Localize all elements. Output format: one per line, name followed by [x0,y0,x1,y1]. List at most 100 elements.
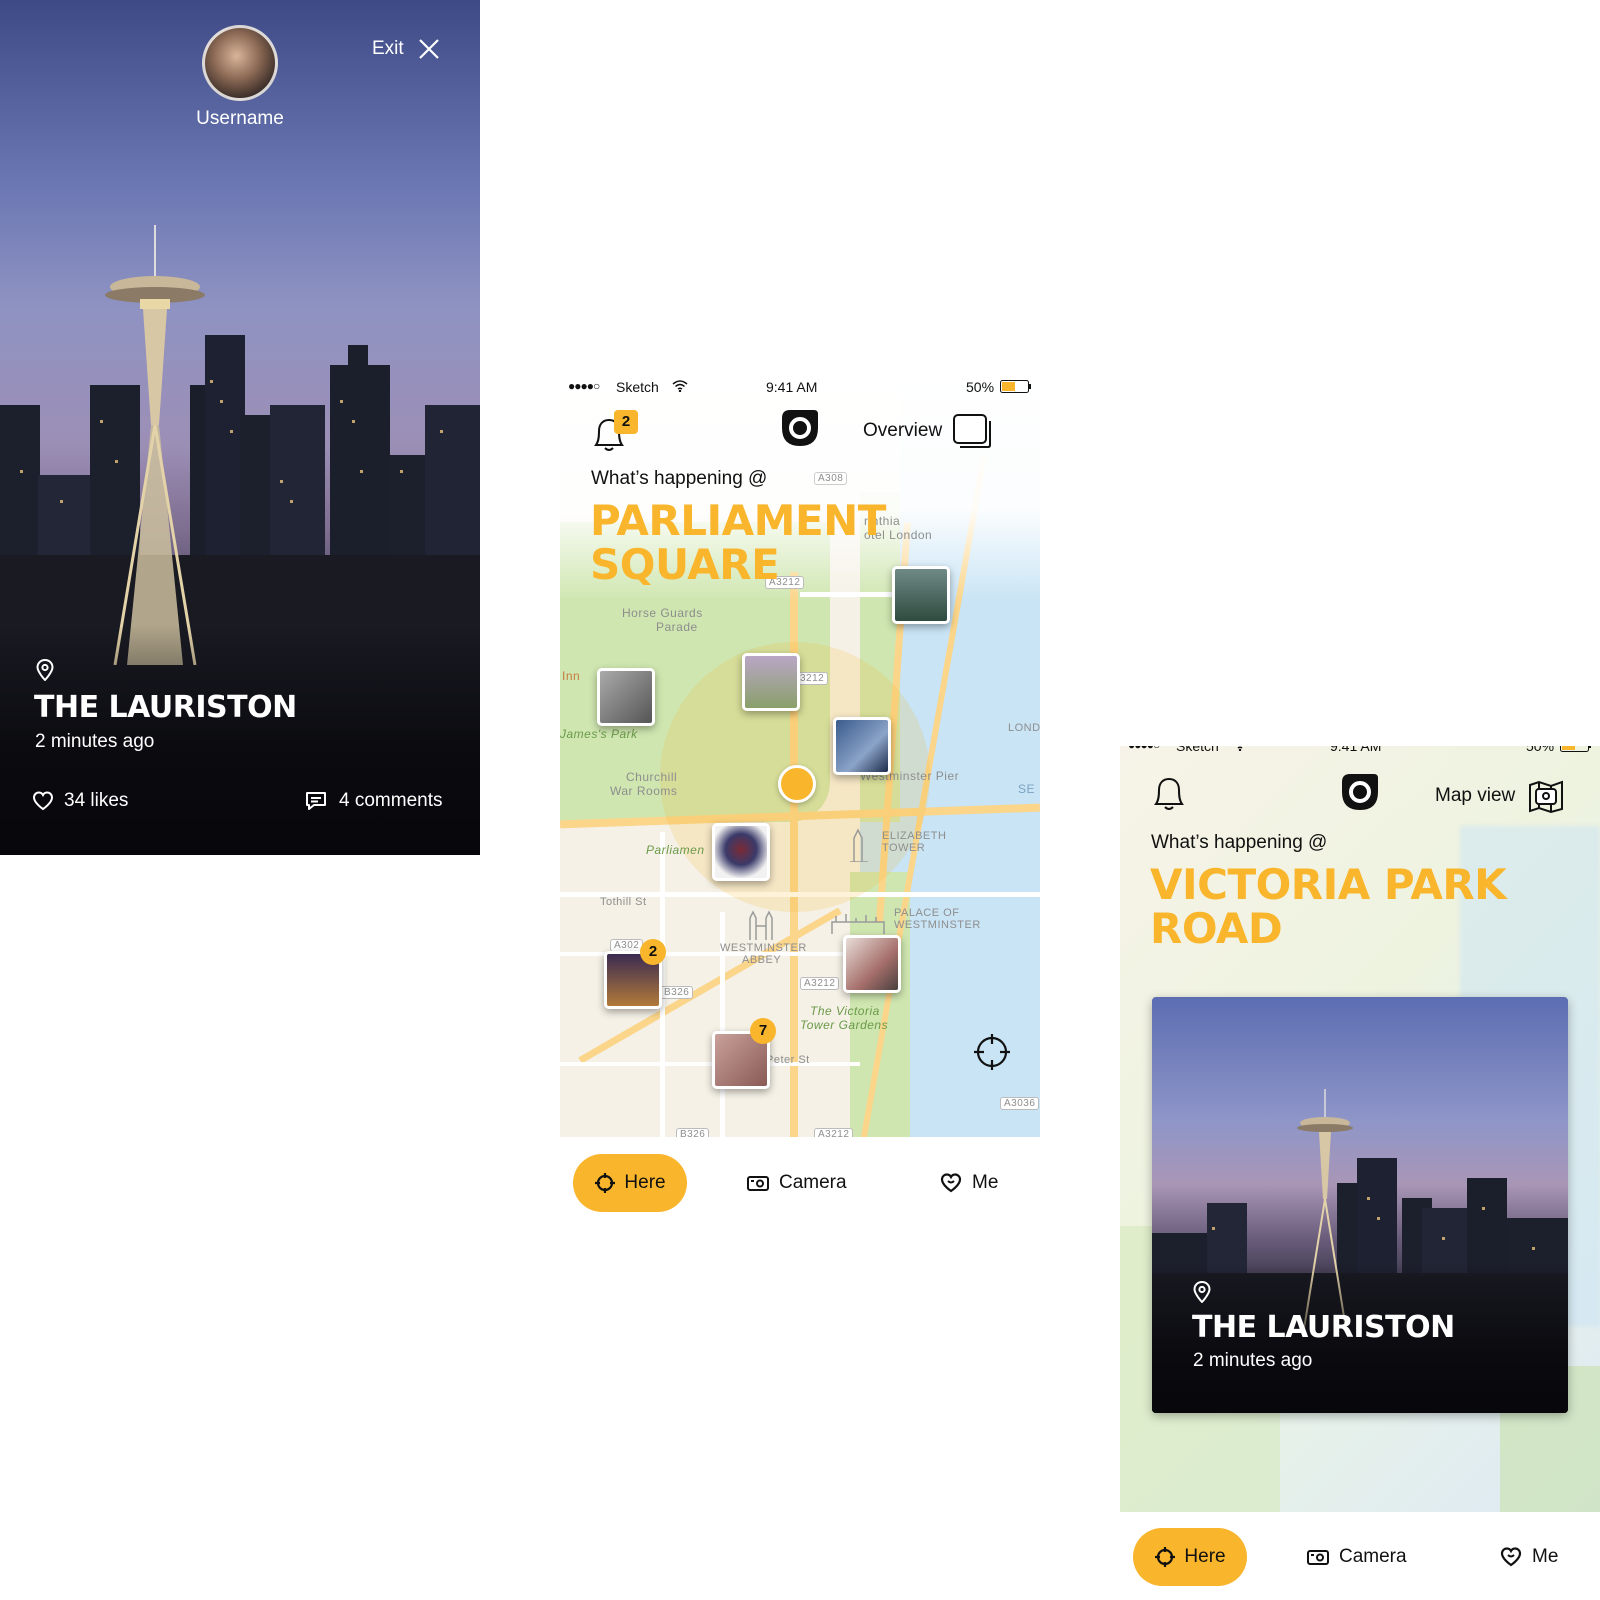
location-title-line2: ROAD [1150,904,1283,953]
crosshair-small-icon [595,1173,616,1193]
app-logo-icon[interactable] [780,408,820,448]
map-label: Horse Guards [622,606,703,620]
map-label: ABBEY [742,954,782,966]
map-label: Inn [562,669,581,683]
map-label: Tothill St [600,896,647,908]
card-time: 2 minutes ago [1193,1350,1313,1371]
battery-percent: 50% [1526,746,1555,754]
map-label: War Rooms [610,784,678,798]
time-ago: 2 minutes ago [35,731,155,752]
tab-label: Camera [1339,1546,1407,1567]
map-view-icon [1529,780,1564,814]
map-label: Parade [656,620,698,634]
tab-camera[interactable]: Camera [747,1154,847,1212]
tab-here[interactable]: Here [573,1154,687,1212]
bell-icon[interactable] [1150,772,1188,812]
map-label: ELIZABETH [882,830,947,842]
exit-label: Exit [372,38,404,59]
battery-percent: 50% [966,379,995,395]
overview-label: Overview [863,420,943,441]
wifi-icon [1235,746,1245,751]
current-location-dot [778,765,816,803]
tab-label: Here [1184,1546,1226,1567]
tab-me[interactable]: Me [940,1154,998,1212]
map-photo-pin[interactable] [712,823,770,881]
location-title-line1: PARLIAMENT [590,496,886,545]
crosshair-icon[interactable] [972,1032,1012,1072]
place-title: THE LAURISTON [34,690,297,725]
map-label: Parliamen [646,843,705,857]
clock: 9:41 AM [766,379,818,395]
likes-button[interactable]: 34 likes [32,790,128,812]
carrier: Sketch [616,379,659,395]
status-bar: ●●●●○ Sketch 9:41 AM 50% [1120,746,1600,760]
map-label: TOWER [882,842,926,854]
crosshair-small-icon [1155,1547,1176,1567]
heart-me-icon [940,1173,962,1193]
elizabeth-tower-icon [850,828,868,862]
clock: 9:41 AM [1330,746,1382,754]
map-label: Churchill [626,770,678,784]
tab-label: Me [972,1172,999,1193]
map-label: SE [1018,782,1036,796]
map-label: James's Park [560,727,638,741]
road-shield: A3212 [814,1128,854,1137]
cluster-count-badge: 2 [640,939,666,965]
map-label: The Victoria [810,1004,880,1018]
tab-camera[interactable]: Camera [1307,1528,1407,1586]
location-title-line2: SQUARE [590,540,780,589]
map-view-label: Map view [1435,785,1516,806]
map-photo-pin[interactable] [843,935,901,993]
map-photo-pin[interactable] [597,668,655,726]
map-screen: Horse Guards Parade James's Park Inn Chu… [560,372,1040,1212]
app-logo-icon[interactable] [1340,772,1380,812]
username[interactable]: Username [140,108,340,130]
notifications-button[interactable]: 2 [590,410,640,454]
map-photo-pin[interactable] [892,566,950,624]
battery-icon [1560,746,1591,752]
location-title-line1: VICTORIA PARK [1150,860,1507,909]
road-shield: A3212 [800,977,840,990]
carrier: Sketch [1176,746,1219,754]
comments-button[interactable]: 4 comments [305,790,442,812]
signal-strength: ●●●●○ [568,379,600,393]
map-label: Peter St [766,1054,810,1066]
map-label: LOND [1008,722,1040,734]
road-shield: B326 [676,1128,710,1137]
avatar[interactable] [202,25,278,101]
cluster-count-badge: 7 [750,1018,776,1044]
tab-label: Here [624,1172,666,1193]
road-shield: A308 [814,472,848,485]
location-pin-icon [1193,1281,1211,1303]
comment-icon [306,792,326,810]
notification-badge: 2 [614,410,638,434]
map-view-button[interactable]: Map view [1435,776,1565,816]
heart-icon [32,791,54,811]
road-shield: A3036 [1000,1097,1040,1110]
location-pin-icon [36,659,54,681]
tab-label: Me [1532,1546,1559,1567]
heading-small: What’s happening @ [1151,832,1328,853]
road-shield: B326 [660,986,694,999]
map-photo-pin[interactable] [742,653,800,711]
tab-me[interactable]: Me [1500,1528,1558,1586]
story-screen: Username Exit THE LAURISTON 2 minutes ag… [0,0,480,855]
tab-label: Camera [779,1172,847,1193]
tab-bar: Here Camera Me [560,1154,1040,1214]
map-photo-pin[interactable] [833,717,891,775]
tab-here[interactable]: Here [1133,1528,1247,1586]
map-label: WESTMINSTER [894,919,981,931]
battery-icon [1000,380,1031,393]
post-card[interactable]: THE LAURISTON 2 minutes ago [1152,997,1568,1413]
location-feed-screen: ●●●●○ Sketch 9:41 AM 50% Map view What’s… [1120,746,1600,1600]
card-title: THE LAURISTON [1192,1310,1455,1345]
map-label: Tower Gardens [800,1018,889,1032]
camera-icon [747,1176,769,1191]
status-bar: ●●●●○ Sketch 9:41 AM 50% [560,379,1040,401]
palace-icon [831,914,885,934]
overview-button[interactable]: Overview [863,412,994,450]
wifi-icon [672,380,688,392]
map-label: PALACE OF [894,907,960,919]
abbey-icon [749,910,773,940]
exit-button[interactable]: Exit [372,34,452,64]
